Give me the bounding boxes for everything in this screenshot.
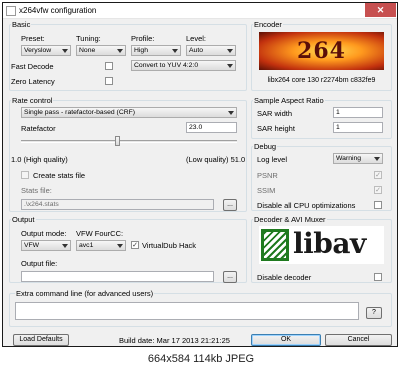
stats-file-input[interactable]: .\x264.stats xyxy=(21,199,214,210)
chevron-down-icon xyxy=(227,64,233,68)
help-button[interactable]: ? xyxy=(366,307,382,319)
rate-control-title: Rate control xyxy=(11,96,54,105)
profile-value: High xyxy=(134,47,148,54)
config-window: x264vfw configuration ✕ Basic Preset: Ve… xyxy=(2,2,398,347)
ratefactor-label: Ratefactor xyxy=(21,124,56,133)
ratefactor-input[interactable]: 23.0 xyxy=(186,122,237,133)
colorspace-value: Convert to YUV 4:2:0 xyxy=(134,62,199,69)
tuning-value: None xyxy=(79,47,96,54)
basic-title: Basic xyxy=(11,20,32,29)
log-level-select[interactable]: Warning xyxy=(333,153,383,164)
ok-button[interactable]: OK xyxy=(251,334,321,346)
cancel-button[interactable]: Cancel xyxy=(325,334,392,346)
sar-height-input[interactable]: 1 xyxy=(333,122,383,133)
extra-title: Extra command line (for advanced users) xyxy=(15,289,155,298)
preset-value: Veryslow xyxy=(24,47,52,54)
profile-label: Profile: xyxy=(131,34,155,43)
image-info-bar: 664x584 114kb JPEG xyxy=(0,349,402,369)
psnr-checkbox[interactable]: ✓ xyxy=(374,171,382,179)
chevron-down-icon xyxy=(227,49,233,53)
x264-logo-text: 264 xyxy=(297,38,346,64)
disable-cpu-label: Disable all CPU optimizations xyxy=(257,201,356,210)
create-stats-checkbox[interactable] xyxy=(21,171,29,179)
fast-decode-checkbox[interactable] xyxy=(105,62,113,70)
preset-label: Preset: xyxy=(21,34,45,43)
decoder-title: Decoder & AVI Muxer xyxy=(253,215,327,224)
chevron-down-icon xyxy=(62,49,68,53)
rate-mode-value: Single pass - ratefactor-based (CRF) xyxy=(24,109,136,116)
create-stats-label: Create stats file xyxy=(33,171,86,180)
level-value: Auto xyxy=(189,47,203,54)
preset-select[interactable]: Veryslow xyxy=(21,45,71,56)
virtualdub-checkbox[interactable]: ✓ xyxy=(131,241,139,249)
level-select[interactable]: Auto xyxy=(186,45,236,56)
output-title: Output xyxy=(11,215,36,224)
ssim-label: SSIM xyxy=(257,186,276,195)
chevron-down-icon xyxy=(62,244,68,248)
libav-logo: libav xyxy=(259,226,384,264)
sar-group xyxy=(251,100,392,139)
fourcc-select[interactable]: avc1 xyxy=(76,240,126,251)
build-date: Build date: Mar 17 2013 21:21:25 xyxy=(119,336,230,345)
chevron-down-icon xyxy=(117,49,123,53)
output-mode-label: Output mode: xyxy=(21,229,67,238)
fast-decode-label: Fast Decode xyxy=(11,62,54,71)
sar-width-label: SAR width xyxy=(257,109,293,118)
output-file-input[interactable] xyxy=(21,271,214,282)
load-defaults-button[interactable]: Load Defaults xyxy=(13,334,69,346)
stats-browse-button[interactable]: ... xyxy=(223,199,237,211)
colorspace-select[interactable]: Convert to YUV 4:2:0 xyxy=(131,60,236,71)
fourcc-label: VFW FourCC: xyxy=(76,229,124,238)
chevron-down-icon xyxy=(374,157,380,161)
fourcc-value: avc1 xyxy=(79,242,94,249)
tuning-label: Tuning: xyxy=(76,34,101,43)
disable-decoder-label: Disable decoder xyxy=(257,273,312,282)
psnr-label: PSNR xyxy=(257,171,278,180)
ratefactor-slider-track[interactable] xyxy=(21,140,237,143)
stats-file-label: Stats file: xyxy=(21,186,52,195)
log-level-label: Log level xyxy=(257,155,288,164)
log-level-value: Warning xyxy=(336,155,362,162)
disable-decoder-checkbox[interactable] xyxy=(374,273,382,281)
sar-height-label: SAR height xyxy=(257,124,295,133)
sar-width-input[interactable]: 1 xyxy=(333,107,383,118)
close-button[interactable]: ✕ xyxy=(365,3,396,17)
encoder-version: libx264 core 130 r2274bm c832fe9 xyxy=(267,77,376,84)
debug-title: Debug xyxy=(253,142,278,151)
libav-logo-text: libav xyxy=(293,227,366,260)
app-icon xyxy=(6,6,16,16)
output-mode-select[interactable]: VFW xyxy=(21,240,71,251)
virtualdub-label: VirtualDub Hack xyxy=(142,241,197,250)
profile-select[interactable]: High xyxy=(131,45,181,56)
encoder-title: Encoder xyxy=(253,20,283,29)
disable-cpu-checkbox[interactable] xyxy=(374,201,382,209)
output-browse-button[interactable]: ... xyxy=(223,271,237,283)
zero-latency-checkbox[interactable] xyxy=(105,77,113,85)
ratefactor-slider-thumb[interactable] xyxy=(115,136,121,146)
output-mode-value: VFW xyxy=(24,242,40,249)
extra-command-input[interactable] xyxy=(15,302,359,320)
chevron-down-icon xyxy=(172,49,178,53)
low-quality-label: (Low quality) 51.0 xyxy=(186,155,246,164)
window-title: x264vfw configuration xyxy=(19,6,97,15)
high-quality-label: 1.0 (High quality) xyxy=(11,155,68,164)
output-file-label: Output file: xyxy=(21,259,58,268)
level-label: Level: xyxy=(186,34,207,43)
zero-latency-label: Zero Latency xyxy=(11,77,55,86)
chevron-down-icon xyxy=(117,244,123,248)
chevron-down-icon xyxy=(228,111,234,115)
ssim-checkbox[interactable]: ✓ xyxy=(374,186,382,194)
title-bar: x264vfw configuration ✕ xyxy=(3,3,397,19)
rate-mode-select[interactable]: Single pass - ratefactor-based (CRF) xyxy=(21,107,237,118)
libav-logo-mark xyxy=(261,229,289,261)
sar-title: Sample Aspect Ratio xyxy=(253,96,325,105)
tuning-select[interactable]: None xyxy=(76,45,126,56)
x264-logo: 264 xyxy=(259,32,384,70)
